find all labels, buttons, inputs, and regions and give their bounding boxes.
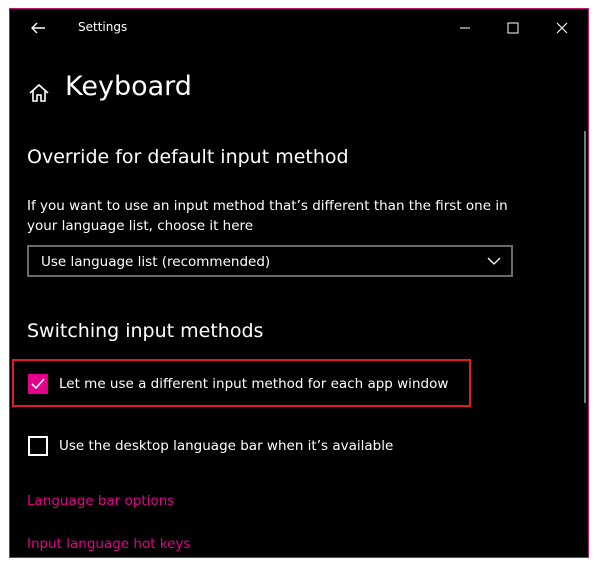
override-description: If you want to use an input method that’…	[27, 198, 508, 234]
input-method-dropdown[interactable]: Use language list (recommended)	[27, 245, 513, 277]
maximize-icon	[507, 22, 519, 34]
checkbox-unchecked[interactable]	[28, 436, 48, 456]
switching-section-title: Switching input methods	[27, 320, 264, 342]
override-section-title: Override for default input method	[27, 146, 349, 168]
home-icon[interactable]	[27, 81, 51, 105]
checkbox-language-bar-label: Use the desktop language bar when it’s a…	[59, 438, 394, 454]
settings-window: Settings Keyboard Override for default i…	[9, 8, 589, 558]
input-language-hot-keys-link[interactable]: Input language hot keys	[27, 536, 190, 552]
title-bar: Settings	[10, 9, 588, 47]
back-button[interactable]	[26, 17, 50, 39]
back-arrow-icon	[31, 22, 45, 34]
scrollbar[interactable]	[584, 131, 586, 403]
window-title: Settings	[78, 20, 128, 34]
minimize-icon	[460, 27, 470, 29]
checkbox-checked[interactable]	[28, 374, 48, 394]
checkbox-per-app-label: Let me use a different input method for …	[59, 376, 449, 392]
chevron-down-icon	[487, 257, 501, 265]
maximize-button[interactable]	[502, 17, 524, 39]
dropdown-selected-value: Use language list (recommended)	[41, 254, 271, 270]
page-title: Keyboard	[65, 71, 192, 102]
close-icon	[556, 22, 568, 34]
language-bar-options-link[interactable]: Language bar options	[27, 493, 174, 509]
checkmark-icon	[31, 378, 45, 390]
minimize-button[interactable]	[454, 17, 476, 39]
close-button[interactable]	[551, 17, 573, 39]
